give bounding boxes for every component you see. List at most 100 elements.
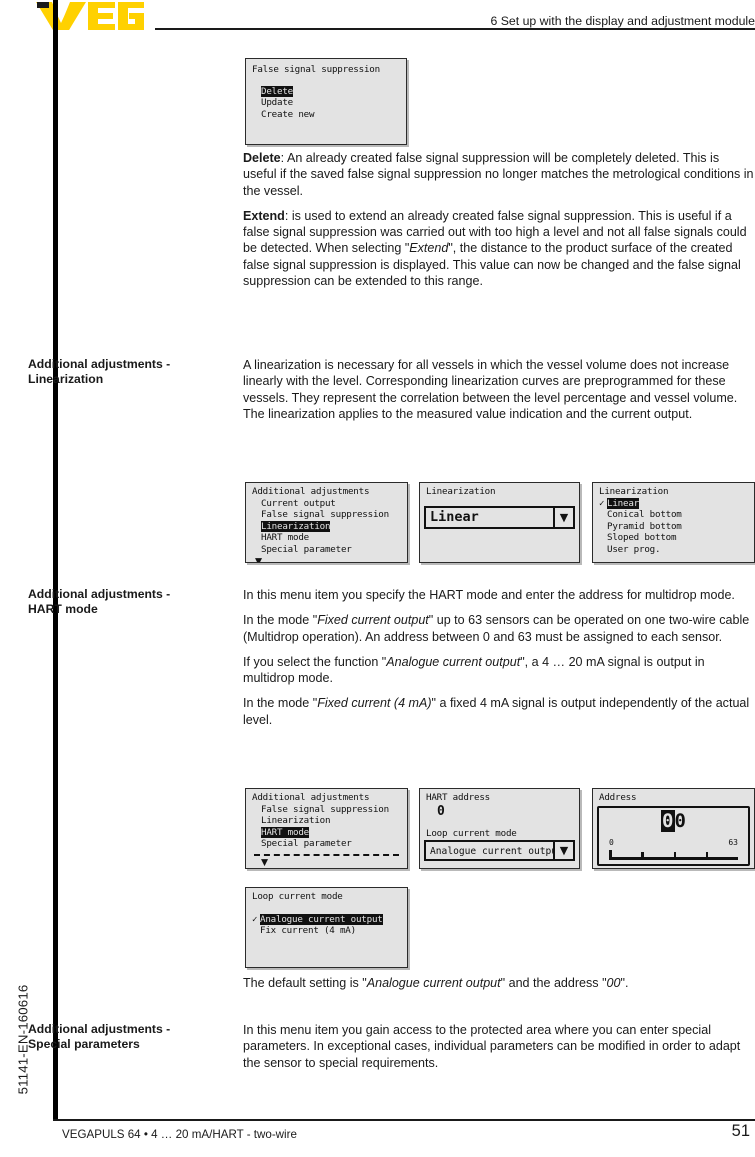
scale-tick [609, 849, 612, 860]
page-number: 51 [731, 1122, 750, 1140]
margin-heading-line1: Additional adjustments - [28, 1022, 171, 1036]
lcd-item-label: Delete [261, 85, 293, 97]
body-column-5: In this menu item you gain access to the… [243, 1022, 755, 1080]
lcd-menu-item[interactable]: HART mode [252, 532, 401, 544]
lcd-menu-item[interactable]: ✓ Analogue current output [252, 913, 401, 926]
lcd-loop-current-mode: Loop current mode ✓ Analogue current outp… [245, 887, 408, 968]
lcd-menu-item[interactable]: Linearization [252, 815, 401, 827]
lcd-title: Linearization [599, 486, 669, 497]
lcd-menu-item[interactable]: Create new [252, 109, 400, 121]
scroll-down-icon[interactable]: ▼ [252, 556, 401, 562]
footer-divider [53, 1119, 755, 1121]
lcd-menu-item[interactable]: Special parameter [252, 838, 401, 850]
document-page: 6 Set up with the display and adjustment… [0, 0, 755, 1157]
lcd-menu-item[interactable]: False signal suppression [252, 509, 401, 521]
lcd-menu-item[interactable]: HART mode [252, 826, 401, 839]
lcd-item-label: False signal suppression [261, 509, 389, 521]
address-scale: 0 63 [609, 838, 738, 860]
lcd-menu-item[interactable]: False signal suppression [252, 804, 401, 816]
lcd-item-label: User prog. [607, 543, 661, 555]
hart-address-value[interactable]: 0 [426, 804, 573, 820]
lcd-false-signal-suppression: False signal suppression Delete Update C… [245, 58, 407, 145]
address-editor[interactable]: 00 0 63 [597, 805, 750, 866]
lcd-menu-item[interactable]: Linearization [252, 520, 401, 533]
check-icon: ✓ [599, 497, 605, 509]
extend-italic: Extend [409, 241, 449, 256]
address-value: 00 [599, 809, 748, 832]
lcd-title: Loop current mode [252, 891, 343, 902]
paragraph-hart-3: If you select the function "Analogue cur… [243, 654, 755, 687]
lcd-item-label: Linearization [261, 520, 331, 532]
menu-separator [254, 853, 399, 856]
margin-heading-line1: Additional adjustments - [28, 357, 171, 371]
lcd-item-label: Current output [261, 497, 336, 509]
lcd-title: HART address [426, 792, 490, 803]
hart4-italic: Fixed current (4 mA) [317, 696, 432, 711]
paragraph-extend: Extend: is used to extend an already cre… [243, 208, 755, 289]
paragraph-default-setting: The default setting is "Analogue current… [243, 975, 755, 991]
check-icon: ✓ [252, 913, 258, 925]
dropdown-value: Analogue current output [426, 842, 553, 860]
margin-heading-special-parameters: Additional adjustments - Special paramet… [28, 1022, 238, 1051]
paragraph-special-parameters: In this menu item you gain access to the… [243, 1023, 741, 1070]
linearization-dropdown[interactable]: Linear ▼ [424, 505, 575, 529]
extend-lead: Extend [243, 208, 285, 223]
default-italic-1: Analogue current output [366, 976, 501, 990]
paragraph-hart-4: In the mode "Fixed current (4 mA)" a fix… [243, 695, 755, 728]
loop-current-mode-label: Loop current mode [426, 827, 517, 839]
lcd-menu-item[interactable]: Pyramid bottom [599, 521, 748, 533]
margin-heading-line2: Special parameters [28, 1036, 140, 1051]
scale-tick [641, 851, 644, 860]
lcd-menu-item[interactable]: Conical bottom [599, 509, 748, 521]
paragraph-hart-2: In the mode "Fixed current output" up to… [243, 612, 755, 645]
scale-min-label: 0 [609, 837, 614, 847]
address-digit-rest[interactable]: 0 [675, 810, 686, 832]
margin-heading-line2: HART mode [28, 601, 98, 616]
default-b: " and the address " [500, 976, 607, 990]
delete-text: : An already created false signal suppre… [243, 151, 754, 198]
paragraph-delete: Delete: An already created false signal … [243, 150, 755, 199]
hart2-italic: Fixed current output [317, 613, 429, 628]
lcd-item-label: Analogue current output [260, 913, 383, 925]
lcd-menu-item[interactable]: Current output [252, 498, 401, 510]
scroll-down-icon[interactable]: ▼ [252, 857, 401, 868]
lcd-item-label: Pyramid bottom [607, 520, 682, 532]
lcd-menu-item[interactable]: Update [252, 97, 400, 109]
lcd-item-label: HART mode [261, 826, 309, 838]
lcd-menu-item[interactable]: Special parameter [252, 544, 401, 556]
lcd-item-label: HART mode [261, 532, 309, 544]
lcd-additional-adjustments-hart: Additional adjustments False signal supp… [245, 788, 408, 869]
lcd-menu-item[interactable]: ✓ Linear [599, 497, 748, 510]
lcd-linearization-list: Linearization ✓ Linear Conical bottom Pyr… [592, 482, 755, 563]
chevron-down-icon[interactable]: ▼ [553, 507, 573, 527]
lcd-menu-item[interactable]: Sloped bottom [599, 532, 748, 544]
hart4-a: In the mode " [243, 696, 318, 711]
address-digit-selected[interactable]: 0 [661, 809, 675, 832]
margin-heading-hart-mode: Additional adjustments - HART mode [28, 587, 238, 616]
lcd-additional-adjustments-linearization: Additional adjustments Current output Fa… [245, 482, 408, 563]
paragraph-linearization: A linearization is necessary for all ves… [243, 358, 738, 421]
left-margin-bar [53, 0, 58, 1119]
lcd-linearization-value: Linearization Linear ▼ [419, 482, 580, 563]
lcd-item-label: Conical bottom [607, 509, 682, 521]
lcd-menu-item[interactable]: User prog. [599, 544, 748, 556]
lcd-item-label: Sloped bottom [607, 532, 677, 544]
body-column-2: A linearization is necessary for all ves… [243, 357, 755, 431]
margin-heading-line2: Linearization [28, 371, 104, 386]
lcd-menu-item[interactable]: Delete [252, 85, 400, 98]
paragraph-hart-1: In this menu item you specify the HART m… [243, 588, 735, 602]
lcd-item-label: Linear [607, 497, 639, 509]
lcd-address: Address 00 0 63 [592, 788, 755, 869]
chapter-title: 6 Set up with the display and adjustment… [490, 14, 755, 28]
chevron-down-icon[interactable]: ▼ [553, 842, 573, 860]
lcd-item-label: Create new [261, 108, 315, 120]
header-divider [155, 28, 755, 30]
loop-current-mode-dropdown[interactable]: Analogue current output ▼ [424, 840, 575, 862]
default-c: ". [620, 976, 629, 990]
lcd-title: Additional adjustments [252, 792, 370, 803]
body-column-4: The default setting is "Analogue current… [243, 975, 755, 1000]
margin-heading-linearization: Additional adjustments - Linearization [28, 357, 238, 386]
lcd-menu-item[interactable]: Fix current (4 mA) [252, 925, 401, 937]
scale-tick [673, 851, 676, 860]
lcd-item-label: Special parameter [261, 543, 352, 555]
